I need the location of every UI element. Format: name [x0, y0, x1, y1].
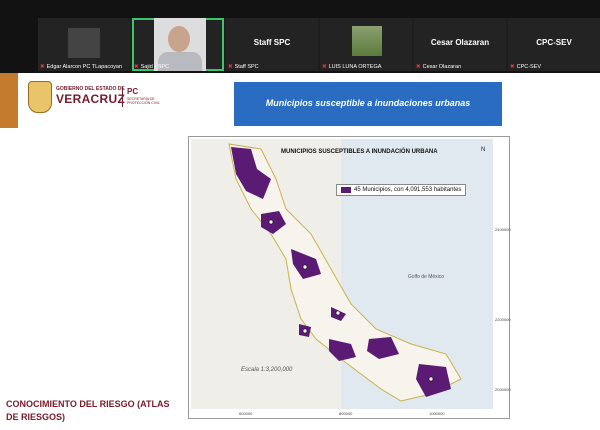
legend-swatch	[341, 187, 351, 193]
participant-center-name: CPC-SEV	[536, 38, 572, 47]
shared-slide: GOBIERNO DEL ESTADO DE VERACRUZ PC SECRE…	[0, 73, 600, 430]
city-marker	[428, 376, 434, 382]
grid-label-y: 2000000	[495, 387, 511, 392]
map-legend: 45 Municipios, con 4,091,553 habitantes	[336, 184, 467, 196]
participant-tile-4[interactable]: ✖ LUIS LUNA ORTEGA	[320, 18, 412, 71]
meeting-top-bar: ✖ Edgar Alarcon PC TLapacoyan ✖ Sajid - SP…	[0, 0, 600, 73]
map-title: MUNICIPIOS SUSCEPTIBLES A INUNDACIÓN URB…	[281, 149, 438, 155]
mic-muted-icon: ✖	[416, 64, 421, 70]
participant-name: ✖ LUIS LUNA ORTEGA	[322, 64, 382, 70]
mic-muted-icon: ✖	[228, 64, 233, 70]
grid-label-x: 600000	[239, 411, 253, 416]
participant-name: ✖ Sajid - SPC	[134, 64, 170, 70]
grid-label-x: 1000000	[429, 411, 445, 416]
logo-divider	[122, 87, 123, 107]
legend-text: 45 Municipios, con 4,091,553 habitantes	[354, 187, 462, 193]
slide-title: Municipios susceptible a inundaciones ur…	[265, 98, 471, 108]
mic-muted-icon: ✖	[134, 64, 139, 70]
veracruz-map	[228, 139, 493, 409]
mic-muted-icon: ✖	[40, 64, 45, 70]
participant-tile-3[interactable]: Staff SPC ✖ Staff SPC	[226, 18, 318, 71]
map-area: MUNICIPIOS SUSCEPTIBLES A INUNDACIÓN URB…	[191, 139, 493, 409]
mic-muted-icon: ✖	[322, 64, 327, 70]
grid-label-x: 800000	[339, 411, 353, 416]
slide-title-box: Municipios susceptible a inundaciones ur…	[234, 82, 502, 126]
participant-tile-1[interactable]: ✖ Edgar Alarcon PC TLapacoyan	[38, 18, 130, 71]
sea-label: Golfo de México	[407, 274, 445, 280]
state-seal-logo	[28, 81, 52, 113]
participant-name: ✖ CPC-SEV	[510, 64, 542, 70]
participant-name: ✖ Cesar Olazaran	[416, 64, 462, 70]
accent-bar	[0, 73, 18, 128]
participant-tile-5[interactable]: Cesar Olazaran ✖ Cesar Olazaran	[414, 18, 506, 71]
pc-logo: PC	[127, 87, 139, 96]
participant-name: ✖ Staff SPC	[228, 64, 259, 70]
participant-thumbnail	[68, 28, 100, 58]
gov-name: VERACRUZ	[56, 92, 126, 106]
pc-subtitle: SECRETARÍA DE PROTECCIÓN CIVIL	[127, 97, 161, 105]
city-marker	[302, 264, 308, 270]
participant-center-name: Cesar Olazaran	[430, 38, 490, 47]
grid-label-y: 2400000	[495, 227, 511, 232]
participant-tile-2[interactable]: ✖ Sajid - SPC	[132, 18, 224, 71]
north-arrow-icon: N	[481, 147, 486, 153]
participant-tile-6[interactable]: CPC-SEV ✖ CPC-SEV	[508, 18, 600, 71]
city-marker	[268, 219, 274, 225]
participant-name: ✖ Edgar Alarcon PC TLapacoyan	[40, 64, 123, 70]
participant-center-name: Staff SPC	[253, 38, 291, 47]
city-marker	[302, 328, 308, 334]
mic-muted-icon: ✖	[510, 64, 515, 70]
map-frame: MUNICIPIOS SUSCEPTIBLES A INUNDACIÓN URB…	[188, 136, 511, 419]
slide-footer-text: CONOCIMIENTO DEL RIESGO (ATLAS DE RIESGO…	[6, 399, 170, 422]
participant-strip: ✖ Edgar Alarcon PC TLapacoyan ✖ Sajid - SP…	[38, 18, 600, 71]
participant-avatar-image	[352, 26, 382, 56]
grid-label-y: 2200000	[495, 317, 511, 322]
map-scale: Escala 1:3,200,000	[241, 367, 293, 373]
city-marker	[335, 310, 341, 316]
